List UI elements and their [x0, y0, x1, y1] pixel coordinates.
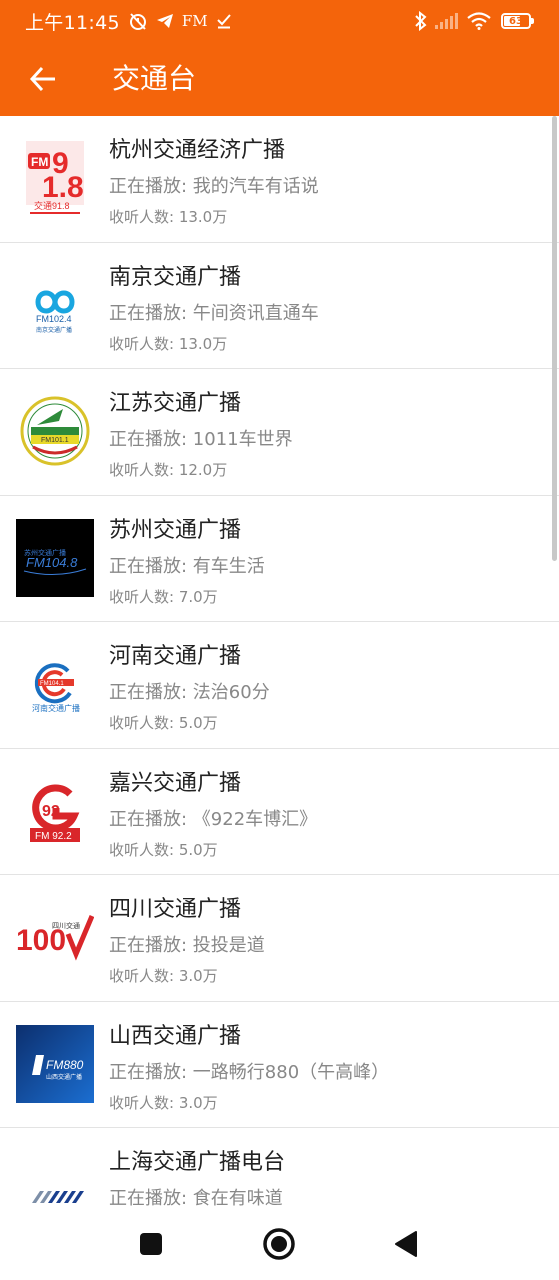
- status-time: 上午11:45: [25, 11, 120, 34]
- station-row[interactable]: FM105.7 上海交通广播电台 正在播放: 食在有味道: [0, 1128, 559, 1208]
- station-name: 四川交通广播: [109, 897, 242, 922]
- status-bar: 上午11:45 FM 63: [0, 0, 559, 42]
- fm-icon: FM: [181, 12, 208, 30]
- signal-icon: [435, 12, 459, 30]
- scrollbar[interactable]: [552, 116, 557, 561]
- svg-text:FM104.8: FM104.8: [26, 555, 78, 570]
- battery-level: 63: [509, 15, 523, 27]
- station-row[interactable]: FM101.1 江苏交通广播 正在播放: 1011车世界 收听人数: 12.0万: [0, 369, 559, 496]
- bluetooth-icon: [415, 11, 427, 31]
- svg-text:山西交通广播: 山西交通广播: [46, 1073, 82, 1081]
- nanjing-station-logo: FM102.4 南京交通广播: [16, 266, 94, 344]
- svg-text:FM: FM: [31, 155, 48, 169]
- station-row[interactable]: FM880 山西交通广播 山西交通广播 正在播放: 一路畅行880（午高峰） 收…: [0, 1002, 559, 1128]
- now-playing: 正在播放: 《922车博汇》: [109, 808, 318, 830]
- listener-count: 收听人数: 5.0万: [109, 714, 218, 732]
- now-playing: 正在播放: 有车生活: [109, 555, 265, 577]
- status-right: 63: [407, 9, 534, 33]
- station-name: 苏州交通广播: [109, 517, 242, 543]
- sichuan-station-logo: 100 四川交通: [16, 898, 94, 976]
- now-playing: 正在播放: 投投是道: [109, 935, 265, 956]
- now-playing: 正在播放: 午间资讯直通车: [109, 302, 319, 324]
- station-name: 杭州交通经济广播: [109, 138, 286, 163]
- triangle-back-icon: [395, 1231, 417, 1257]
- nav-back-button[interactable]: [386, 1224, 426, 1264]
- station-row[interactable]: FM FM 9 1.8 交通91.8 杭州交通经济广播 正在播放: 我的汽车有话…: [0, 116, 559, 243]
- station-name: 南京交通广播: [109, 264, 242, 290]
- listener-count: 收听人数: 5.0万: [109, 840, 218, 859]
- station-name: 山西交通广播: [109, 1023, 242, 1049]
- henan-station-logo: FM104.1 河南交通广播: [16, 645, 94, 723]
- station-name: 上海交通广播电台: [109, 1150, 286, 1175]
- app-bar: 交通台: [0, 42, 559, 116]
- jiaxing-station-logo: 92 FM 92.2: [16, 772, 94, 850]
- circle-home-icon: [263, 1228, 295, 1260]
- page-title: 交通台: [112, 62, 197, 95]
- svg-text:交通91.8: 交通91.8: [34, 200, 70, 211]
- station-row[interactable]: 苏州交通广播 FM104.8 苏州交通广播 正在播放: 有车生活 收听人数: 7…: [0, 496, 559, 622]
- station-name: 河南交通广播: [109, 644, 242, 669]
- hangzhou-station-logo: FM FM 9 1.8 交通91.8: [16, 139, 94, 217]
- arrow-left-icon: [29, 66, 55, 92]
- now-playing: 正在播放: 食在有味道: [109, 1188, 283, 1208]
- square-icon: [140, 1233, 162, 1255]
- svg-text:FM102.4: FM102.4: [36, 314, 72, 324]
- system-nav-bar: [0, 1208, 559, 1280]
- station-name: 嘉兴交通广播: [109, 770, 242, 796]
- station-list[interactable]: FM FM 9 1.8 交通91.8 杭州交通经济广播 正在播放: 我的汽车有话…: [0, 116, 559, 1208]
- now-playing: 正在播放: 一路畅行880（午高峰）: [109, 1061, 390, 1083]
- svg-text:92: 92: [42, 803, 60, 820]
- listener-count: 收听人数: 3.0万: [109, 967, 218, 985]
- shanxi-station-logo: FM880 山西交通广播: [16, 1024, 94, 1103]
- suzhou-station-logo: 苏州交通广播 FM104.8: [16, 518, 94, 597]
- station-name: 江苏交通广播: [109, 391, 242, 416]
- back-button[interactable]: [20, 56, 66, 102]
- station-row[interactable]: 92 FM 92.2 嘉兴交通广播 正在播放: 《922车博汇》 收听人数: 5…: [0, 749, 559, 875]
- now-playing: 正在播放: 1011车世界: [109, 429, 293, 450]
- svg-text:FM101.1: FM101.1: [41, 437, 69, 444]
- status-left: 上午11:45 FM: [25, 9, 232, 34]
- station-row[interactable]: FM102.4 南京交通广播 南京交通广播 正在播放: 午间资讯直通车 收听人数…: [0, 243, 559, 369]
- svg-text:FM880: FM880: [46, 1058, 84, 1072]
- station-row[interactable]: 100 四川交通 四川交通广播 正在播放: 投投是道 收听人数: 3.0万: [0, 875, 559, 1002]
- listener-count: 收听人数: 13.0万: [109, 334, 228, 353]
- svg-text:FM 92.2: FM 92.2: [35, 831, 72, 842]
- station-row[interactable]: FM104.1 河南交通广播 河南交通广播 正在播放: 法治60分 收听人数: …: [0, 622, 559, 749]
- shanghai-station-logo: FM105.7: [16, 1151, 94, 1208]
- svg-text:河南交通广播: 河南交通广播: [32, 703, 80, 713]
- listener-count: 收听人数: 7.0万: [109, 587, 218, 606]
- mute-alarm-icon: [128, 12, 148, 30]
- home-button[interactable]: [259, 1224, 299, 1264]
- svg-text:南京交通广播: 南京交通广播: [36, 326, 72, 334]
- listener-count: 收听人数: 12.0万: [109, 461, 228, 479]
- listener-count: 收听人数: 13.0万: [109, 208, 228, 226]
- recents-button[interactable]: [131, 1224, 171, 1264]
- battery-icon: 63: [501, 13, 534, 29]
- now-playing: 正在播放: 法治60分: [109, 682, 270, 703]
- svg-text:FM104.1: FM104.1: [40, 681, 64, 687]
- telegram-icon: [156, 13, 174, 29]
- svg-text:1.8: 1.8: [42, 171, 84, 204]
- svg-text:四川交通: 四川交通: [52, 921, 80, 930]
- jiangsu-station-logo: FM101.1: [16, 392, 94, 470]
- download-done-icon: [216, 13, 232, 29]
- now-playing: 正在播放: 我的汽车有话说: [109, 176, 319, 197]
- wifi-icon: [467, 12, 491, 30]
- listener-count: 收听人数: 3.0万: [109, 1093, 218, 1112]
